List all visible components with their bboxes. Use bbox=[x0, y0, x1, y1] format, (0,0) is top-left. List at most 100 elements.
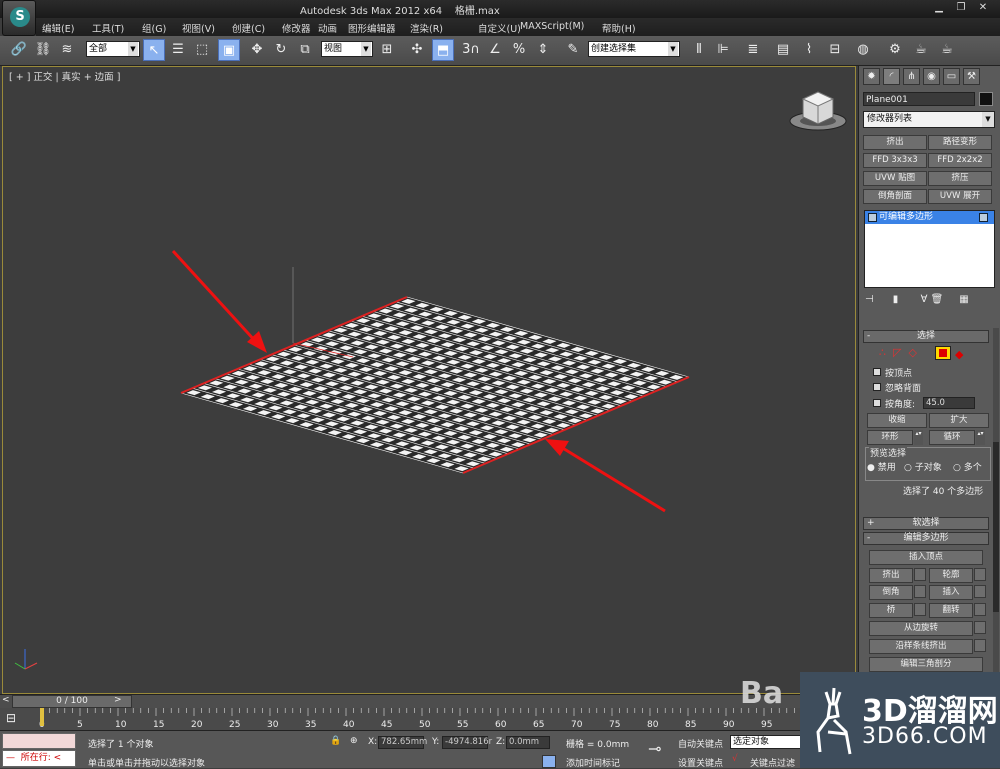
flip-button[interactable]: 翻转 bbox=[929, 603, 973, 618]
hinge-settings-icon[interactable] bbox=[974, 621, 986, 634]
schematic-view-icon[interactable]: ⊟ bbox=[824, 39, 846, 61]
remove-modifier-icon[interactable]: 🗑 bbox=[931, 294, 944, 305]
align-icon[interactable]: ⊫ bbox=[712, 39, 734, 61]
maxscript-line-field[interactable]: — 所在行: < bbox=[2, 750, 76, 767]
key-filters-button[interactable]: 关键点过滤 bbox=[750, 756, 795, 769]
modifier-button-uvw-map[interactable]: UVW 贴图 bbox=[863, 171, 927, 186]
insert-vertex-button[interactable]: 插入顶点 bbox=[869, 550, 983, 565]
grow-button[interactable]: 扩大 bbox=[929, 413, 989, 428]
modifier-button-ffd222[interactable]: FFD 2x2x2 bbox=[928, 153, 992, 168]
set-key-button[interactable]: 设置关键点 bbox=[678, 756, 723, 769]
time-tag-icon[interactable] bbox=[542, 755, 556, 768]
absolute-mode-icon[interactable]: ⊕ bbox=[350, 736, 358, 746]
motion-tab-icon[interactable]: ◉ bbox=[923, 68, 940, 85]
key-filter-icon[interactable]: √ bbox=[732, 754, 738, 764]
rotate-icon[interactable]: ↻ bbox=[270, 39, 292, 61]
minimize-button[interactable]: ▁ bbox=[930, 1, 948, 15]
modifier-button-ffd333[interactable]: FFD 3x3x3 bbox=[863, 153, 927, 168]
selection-filter-dropdown[interactable]: 全部 ▼ bbox=[86, 41, 140, 57]
panel-scrollbar-thumb[interactable] bbox=[993, 442, 999, 612]
edit-polygons-rollout-header[interactable]: - 编辑多边形 bbox=[863, 532, 989, 545]
configure-sets-icon[interactable]: ▦ bbox=[959, 294, 968, 305]
expand-box-icon[interactable] bbox=[868, 213, 877, 222]
menu-item-8[interactable]: 渲染(R) bbox=[410, 21, 443, 35]
border-level-icon[interactable]: ◇ bbox=[908, 346, 916, 359]
lock-selection-icon[interactable]: 🔒 bbox=[330, 736, 341, 746]
menu-item-11[interactable]: 帮助(H) bbox=[602, 21, 636, 35]
loop-spinner[interactable]: ▴▾ bbox=[976, 430, 985, 445]
menu-item-10[interactable]: MAXScript(M) bbox=[520, 21, 584, 32]
shrink-button[interactable]: 收缩 bbox=[867, 413, 927, 428]
utilities-tab-icon[interactable]: ⚒ bbox=[963, 68, 980, 85]
show-end-result-icon[interactable]: ▮ bbox=[893, 294, 899, 305]
bevel-button[interactable]: 倒角 bbox=[869, 585, 913, 600]
y-coordinate-field[interactable]: -4974.816r bbox=[442, 736, 492, 749]
menu-item-5[interactable]: 修改器 bbox=[282, 21, 311, 35]
preview-subobject-radio[interactable]: ○ 子对象 bbox=[904, 460, 942, 473]
ignore-backfacing-checkbox[interactable] bbox=[873, 383, 881, 391]
object-color-swatch[interactable] bbox=[979, 92, 993, 106]
percent-snap-icon[interactable]: % bbox=[508, 39, 530, 61]
modifier-button-extrude[interactable]: 挤出 bbox=[863, 135, 927, 150]
stack-item-editable-poly[interactable]: 可编辑多边形 bbox=[865, 211, 994, 224]
edit-triangulation-button[interactable]: 编辑三角剖分 bbox=[869, 657, 983, 672]
menu-item-3[interactable]: 视图(V) bbox=[182, 21, 215, 35]
link-icon[interactable]: 🔗 bbox=[8, 39, 30, 61]
restore-button[interactable]: ❐ bbox=[952, 1, 970, 15]
hierarchy-tab-icon[interactable]: ⋔ bbox=[903, 68, 920, 85]
edge-level-icon[interactable]: ◸ bbox=[893, 346, 901, 359]
close-button[interactable]: ✕ bbox=[974, 1, 992, 15]
modifier-stack[interactable]: 可编辑多边形 bbox=[864, 210, 995, 288]
select-by-name-icon[interactable]: ☰ bbox=[167, 39, 189, 61]
unlink-icon[interactable]: ⛓ bbox=[32, 39, 54, 61]
track-bar[interactable]: ⊟ 05101520253035404550556065707580859095 bbox=[0, 708, 858, 730]
outline-button[interactable]: 轮廓 bbox=[929, 568, 973, 583]
keyboard-shortcut-toggle-icon[interactable]: ⬒ bbox=[432, 39, 454, 61]
bridge-settings-icon[interactable] bbox=[914, 603, 926, 616]
curve-editor-icon[interactable]: ⌇ bbox=[798, 39, 820, 61]
hinge-from-edge-button[interactable]: 从边旋转 bbox=[869, 621, 973, 636]
mini-curve-editor-icon[interactable]: ⊟ bbox=[6, 711, 24, 727]
make-unique-icon[interactable]: ∀ bbox=[921, 294, 928, 305]
by-vertex-checkbox[interactable] bbox=[873, 368, 881, 376]
select-manipulate-icon[interactable]: ✣ bbox=[406, 39, 428, 61]
add-time-tag-button[interactable]: 添加时间标记 bbox=[566, 756, 620, 769]
extrude-spline-settings-icon[interactable] bbox=[974, 639, 986, 652]
inset-button[interactable]: 插入 bbox=[929, 585, 973, 600]
selection-rollout-header[interactable]: - 选择 bbox=[863, 330, 989, 343]
polygon-level-icon[interactable] bbox=[935, 346, 951, 360]
modifier-button-bevel-profile[interactable]: 倒角剖面 bbox=[863, 189, 927, 204]
stack-toggle-icon[interactable] bbox=[979, 213, 988, 222]
rect-selection-icon[interactable]: ⬚ bbox=[191, 39, 213, 61]
material-editor-icon[interactable]: ◍ bbox=[852, 39, 874, 61]
app-logo-button[interactable]: S bbox=[2, 0, 36, 36]
menu-item-7[interactable]: 图形编辑器 bbox=[348, 21, 396, 35]
next-frame-icon[interactable]: > bbox=[114, 695, 122, 705]
outline-settings-icon[interactable] bbox=[974, 568, 986, 581]
inset-settings-icon[interactable] bbox=[974, 585, 986, 598]
menu-item-0[interactable]: 编辑(E) bbox=[42, 21, 74, 35]
time-slider-track[interactable]: < 0 / 100 > bbox=[0, 694, 858, 708]
extrude-along-spline-button[interactable]: 沿样条线挤出 bbox=[869, 639, 973, 654]
set-key-icon[interactable]: ⊸ bbox=[648, 739, 661, 758]
by-angle-checkbox[interactable] bbox=[873, 399, 881, 407]
ring-button[interactable]: 环形 bbox=[867, 430, 913, 445]
rendered-frame-icon[interactable]: ☕ bbox=[910, 39, 932, 61]
graphite-tools-icon[interactable]: ▤ bbox=[772, 39, 794, 61]
extrude-button[interactable]: 挤出 bbox=[869, 568, 913, 583]
angle-snap-icon[interactable]: ∠ bbox=[484, 39, 506, 61]
auto-key-button[interactable]: 自动关键点 bbox=[678, 737, 723, 750]
menu-item-2[interactable]: 组(G) bbox=[142, 21, 166, 35]
object-name-field[interactable]: Plane001 bbox=[863, 92, 975, 106]
pivot-center-icon[interactable]: ⊞ bbox=[376, 39, 398, 61]
modifier-button-path-deform[interactable]: 路径变形 bbox=[928, 135, 992, 150]
mirror-icon[interactable]: ⫴ bbox=[688, 39, 710, 61]
loop-button[interactable]: 循环 bbox=[929, 430, 975, 445]
display-tab-icon[interactable]: ▭ bbox=[943, 68, 960, 85]
bind-spacewarp-icon[interactable]: ≋ bbox=[56, 39, 78, 61]
preview-multi-radio[interactable]: ○ 多个 bbox=[953, 460, 982, 473]
modifier-list-dropdown[interactable]: 修改器列表 ▼ bbox=[863, 111, 995, 128]
modify-tab-icon[interactable]: ◜ bbox=[883, 68, 900, 85]
element-level-icon[interactable]: ◆ bbox=[955, 348, 963, 361]
render-production-icon[interactable]: ☕ bbox=[936, 39, 958, 61]
